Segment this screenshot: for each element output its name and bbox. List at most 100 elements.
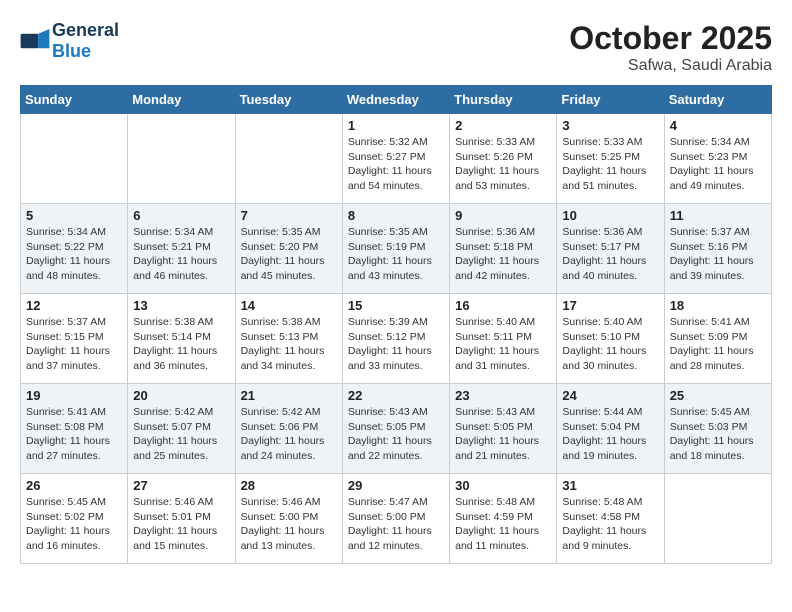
day-number: 7 xyxy=(241,208,337,223)
day-info: Sunrise: 5:42 AM Sunset: 5:07 PM Dayligh… xyxy=(133,405,229,464)
day-info: Sunrise: 5:46 AM Sunset: 5:01 PM Dayligh… xyxy=(133,495,229,554)
calendar-cell xyxy=(664,474,771,564)
day-number: 27 xyxy=(133,478,229,493)
day-number: 9 xyxy=(455,208,551,223)
day-number: 16 xyxy=(455,298,551,313)
day-info: Sunrise: 5:36 AM Sunset: 5:18 PM Dayligh… xyxy=(455,225,551,284)
calendar-cell: 11 Sunrise: 5:37 AM Sunset: 5:16 PM Dayli… xyxy=(664,204,771,294)
day-info: Sunrise: 5:40 AM Sunset: 5:11 PM Dayligh… xyxy=(455,315,551,374)
day-info: Sunrise: 5:39 AM Sunset: 5:12 PM Dayligh… xyxy=(348,315,444,374)
calendar-cell xyxy=(21,114,128,204)
calendar-cell xyxy=(128,114,235,204)
calendar-cell: 16 Sunrise: 5:40 AM Sunset: 5:11 PM Dayli… xyxy=(450,294,557,384)
day-info: Sunrise: 5:32 AM Sunset: 5:27 PM Dayligh… xyxy=(348,135,444,194)
day-info: Sunrise: 5:43 AM Sunset: 5:05 PM Dayligh… xyxy=(455,405,551,464)
calendar-header: Sunday Monday Tuesday Wednesday Thursday… xyxy=(21,86,772,114)
calendar-cell: 17 Sunrise: 5:40 AM Sunset: 5:10 PM Dayli… xyxy=(557,294,664,384)
day-number: 25 xyxy=(670,388,766,403)
day-number: 10 xyxy=(562,208,658,223)
calendar-cell: 18Sunrise: 5:41 AM Sunset: 5:09 PM Dayli… xyxy=(664,294,771,384)
calendar-cell: 5 Sunrise: 5:34 AM Sunset: 5:22 PM Daylig… xyxy=(21,204,128,294)
day-number: 4 xyxy=(670,118,766,133)
logo-icon xyxy=(20,29,50,53)
day-info: Sunrise: 5:48 AM Sunset: 4:59 PM Dayligh… xyxy=(455,495,551,554)
calendar-table: Sunday Monday Tuesday Wednesday Thursday… xyxy=(20,85,772,564)
day-info: Sunrise: 5:37 AM Sunset: 5:16 PM Dayligh… xyxy=(670,225,766,284)
calendar-cell: 29Sunrise: 5:47 AM Sunset: 5:00 PM Dayli… xyxy=(342,474,449,564)
calendar-cell: 25 Sunrise: 5:45 AM Sunset: 5:03 PM Dayli… xyxy=(664,384,771,474)
calendar-week-2: 5 Sunrise: 5:34 AM Sunset: 5:22 PM Daylig… xyxy=(21,204,772,294)
calendar-cell xyxy=(235,114,342,204)
day-number: 30 xyxy=(455,478,551,493)
day-info: Sunrise: 5:45 AM Sunset: 5:03 PM Dayligh… xyxy=(670,405,766,464)
day-info: Sunrise: 5:35 AM Sunset: 5:20 PM Dayligh… xyxy=(241,225,337,284)
day-number: 5 xyxy=(26,208,122,223)
calendar-cell: 15 Sunrise: 5:39 AM Sunset: 5:12 PM Dayli… xyxy=(342,294,449,384)
calendar-cell: 23Sunrise: 5:43 AM Sunset: 5:05 PM Dayli… xyxy=(450,384,557,474)
calendar-cell: 13Sunrise: 5:38 AM Sunset: 5:14 PM Dayli… xyxy=(128,294,235,384)
day-number: 11 xyxy=(670,208,766,223)
day-number: 8 xyxy=(348,208,444,223)
day-number: 20 xyxy=(133,388,229,403)
calendar-cell: 20 Sunrise: 5:42 AM Sunset: 5:07 PM Dayli… xyxy=(128,384,235,474)
day-number: 22 xyxy=(348,388,444,403)
day-number: 12 xyxy=(26,298,122,313)
day-info: Sunrise: 5:36 AM Sunset: 5:17 PM Dayligh… xyxy=(562,225,658,284)
day-number: 19 xyxy=(26,388,122,403)
header-wednesday: Wednesday xyxy=(342,86,449,114)
calendar-cell: 7 Sunrise: 5:35 AM Sunset: 5:20 PM Daylig… xyxy=(235,204,342,294)
calendar-cell: 1 Sunrise: 5:32 AM Sunset: 5:27 PM Daylig… xyxy=(342,114,449,204)
header-row: Sunday Monday Tuesday Wednesday Thursday… xyxy=(21,86,772,114)
logo-blue-text: Blue xyxy=(52,41,91,61)
calendar-cell: 26 Sunrise: 5:45 AM Sunset: 5:02 PM Dayli… xyxy=(21,474,128,564)
day-number: 18 xyxy=(670,298,766,313)
day-info: Sunrise: 5:44 AM Sunset: 5:04 PM Dayligh… xyxy=(562,405,658,464)
day-number: 1 xyxy=(348,118,444,133)
calendar-cell: 30 Sunrise: 5:48 AM Sunset: 4:59 PM Dayli… xyxy=(450,474,557,564)
day-number: 14 xyxy=(241,298,337,313)
calendar-cell: 31Sunrise: 5:48 AM Sunset: 4:58 PM Dayli… xyxy=(557,474,664,564)
calendar-subtitle: Safwa, Saudi Arabia xyxy=(569,57,772,75)
day-number: 13 xyxy=(133,298,229,313)
day-info: Sunrise: 5:38 AM Sunset: 5:13 PM Dayligh… xyxy=(241,315,337,374)
day-number: 17 xyxy=(562,298,658,313)
day-info: Sunrise: 5:40 AM Sunset: 5:10 PM Dayligh… xyxy=(562,315,658,374)
title-block: October 2025 Safwa, Saudi Arabia xyxy=(569,20,772,75)
day-info: Sunrise: 5:46 AM Sunset: 5:00 PM Dayligh… xyxy=(241,495,337,554)
day-number: 15 xyxy=(348,298,444,313)
header-monday: Monday xyxy=(128,86,235,114)
calendar-cell: 3 Sunrise: 5:33 AM Sunset: 5:25 PM Daylig… xyxy=(557,114,664,204)
day-info: Sunrise: 5:45 AM Sunset: 5:02 PM Dayligh… xyxy=(26,495,122,554)
header-thursday: Thursday xyxy=(450,86,557,114)
day-info: Sunrise: 5:34 AM Sunset: 5:23 PM Dayligh… xyxy=(670,135,766,194)
calendar-cell: 2 Sunrise: 5:33 AM Sunset: 5:26 PM Daylig… xyxy=(450,114,557,204)
calendar-week-1: 1 Sunrise: 5:32 AM Sunset: 5:27 PM Daylig… xyxy=(21,114,772,204)
day-info: Sunrise: 5:34 AM Sunset: 5:22 PM Dayligh… xyxy=(26,225,122,284)
calendar-week-5: 26 Sunrise: 5:45 AM Sunset: 5:02 PM Dayli… xyxy=(21,474,772,564)
calendar-cell: 12Sunrise: 5:37 AM Sunset: 5:15 PM Dayli… xyxy=(21,294,128,384)
day-info: Sunrise: 5:33 AM Sunset: 5:26 PM Dayligh… xyxy=(455,135,551,194)
calendar-week-3: 12Sunrise: 5:37 AM Sunset: 5:15 PM Dayli… xyxy=(21,294,772,384)
day-number: 3 xyxy=(562,118,658,133)
day-info: Sunrise: 5:33 AM Sunset: 5:25 PM Dayligh… xyxy=(562,135,658,194)
day-number: 6 xyxy=(133,208,229,223)
day-number: 26 xyxy=(26,478,122,493)
header-tuesday: Tuesday xyxy=(235,86,342,114)
calendar-cell: 10 Sunrise: 5:36 AM Sunset: 5:17 PM Dayli… xyxy=(557,204,664,294)
calendar-week-4: 19 Sunrise: 5:41 AM Sunset: 5:08 PM Dayli… xyxy=(21,384,772,474)
day-info: Sunrise: 5:48 AM Sunset: 4:58 PM Dayligh… xyxy=(562,495,658,554)
calendar-cell: 24Sunrise: 5:44 AM Sunset: 5:04 PM Dayli… xyxy=(557,384,664,474)
day-number: 21 xyxy=(241,388,337,403)
calendar-body: 1 Sunrise: 5:32 AM Sunset: 5:27 PM Daylig… xyxy=(21,114,772,564)
day-number: 2 xyxy=(455,118,551,133)
calendar-cell: 14 Sunrise: 5:38 AM Sunset: 5:13 PM Dayli… xyxy=(235,294,342,384)
day-info: Sunrise: 5:41 AM Sunset: 5:08 PM Dayligh… xyxy=(26,405,122,464)
header-sunday: Sunday xyxy=(21,86,128,114)
day-info: Sunrise: 5:47 AM Sunset: 5:00 PM Dayligh… xyxy=(348,495,444,554)
day-number: 28 xyxy=(241,478,337,493)
logo-general-text: General xyxy=(52,20,119,40)
calendar-cell: 21Sunrise: 5:42 AM Sunset: 5:06 PM Dayli… xyxy=(235,384,342,474)
calendar-cell: 22Sunrise: 5:43 AM Sunset: 5:05 PM Dayli… xyxy=(342,384,449,474)
calendar-cell: 28 Sunrise: 5:46 AM Sunset: 5:00 PM Dayli… xyxy=(235,474,342,564)
day-info: Sunrise: 5:35 AM Sunset: 5:19 PM Dayligh… xyxy=(348,225,444,284)
